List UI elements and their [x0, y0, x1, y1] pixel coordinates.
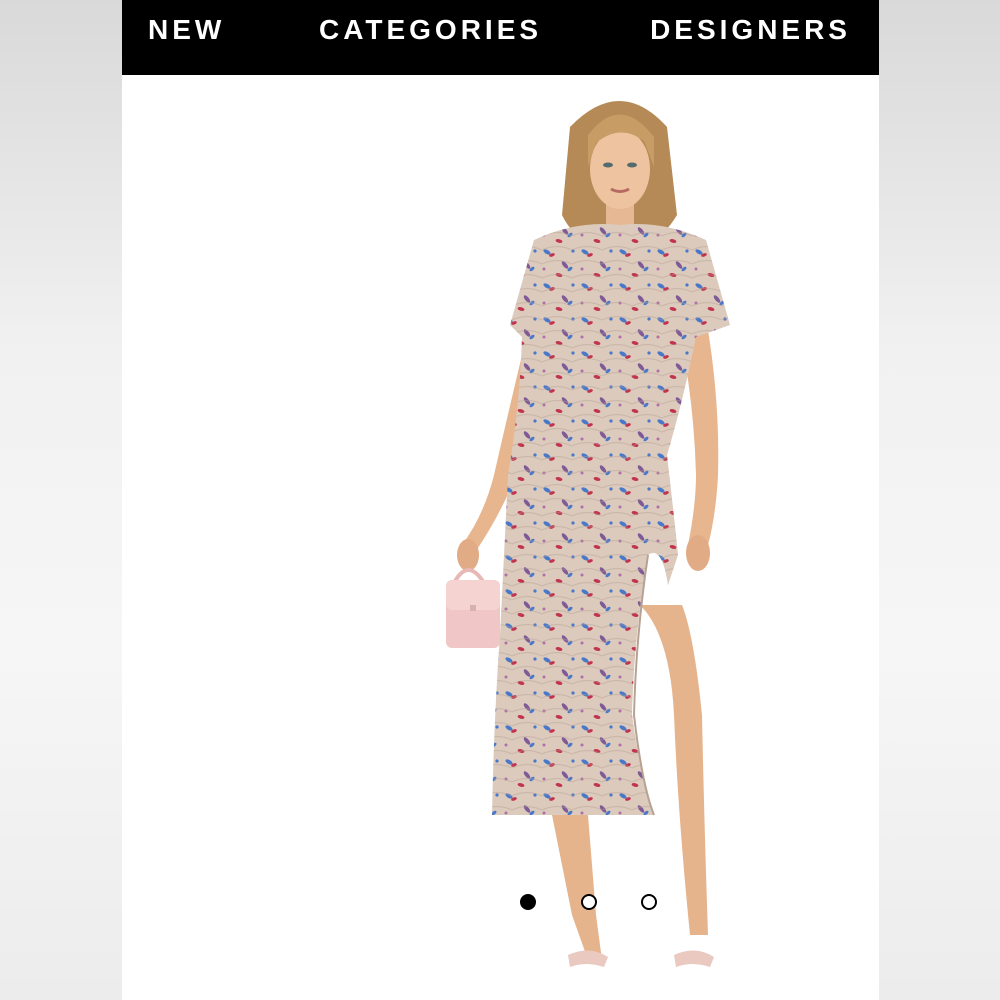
top-nav: NEW CATEGORIES DESIGNERS: [122, 0, 879, 75]
carousel-dot-3[interactable]: [641, 894, 657, 910]
product-page: NEW CATEGORIES DESIGNERS: [122, 0, 879, 1000]
carousel-dots: [122, 894, 879, 918]
nav-designers[interactable]: DESIGNERS: [650, 14, 851, 46]
carousel-dot-2[interactable]: [581, 894, 597, 910]
carousel-dot-1[interactable]: [520, 894, 536, 910]
product-image[interactable]: [122, 75, 879, 1000]
nav-new[interactable]: NEW: [148, 14, 225, 46]
nav-categories[interactable]: CATEGORIES: [319, 14, 542, 46]
product-image-carousel[interactable]: [122, 75, 879, 1000]
